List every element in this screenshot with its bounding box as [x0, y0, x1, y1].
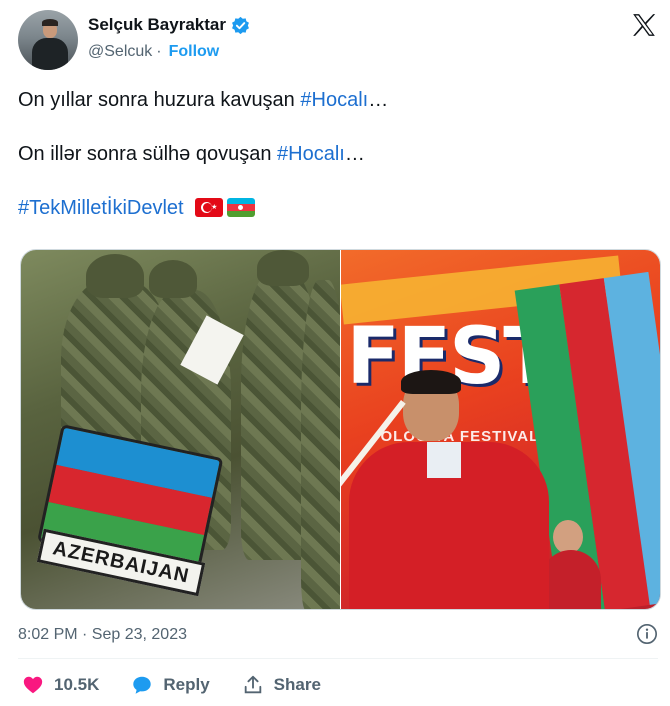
- tweet-line-1-suffix: …: [368, 89, 389, 111]
- author-handle[interactable]: @Selcuk: [88, 43, 152, 61]
- flag-turkey-icon: ★: [195, 198, 224, 217]
- handle-separator: ·: [156, 43, 162, 60]
- reply-icon: [133, 676, 152, 694]
- tweet-timestamp[interactable]: 8:02 PM · Sep 23, 2023: [18, 626, 187, 644]
- verified-badge-icon: [232, 16, 249, 34]
- author-name[interactable]: Selçuk Bayraktar: [88, 15, 226, 35]
- like-button[interactable]: 10.5K: [22, 674, 99, 696]
- like-count: 10.5K: [54, 675, 100, 694]
- follow-button[interactable]: Follow: [169, 43, 220, 61]
- tweet-line-2-suffix: …: [344, 143, 365, 165]
- divider: [18, 658, 658, 659]
- tweet-line-2: On illər sonra sülhə qovuşan #Hocalı…: [18, 140, 648, 168]
- flag-azerbaijan-icon: [227, 198, 256, 217]
- media-photo-soldiers[interactable]: AZERBAIJAN: [21, 250, 340, 609]
- x-logo-icon[interactable]: [630, 12, 658, 38]
- tweet-line-3: #TekMilletİkiDevlet ★: [18, 194, 648, 222]
- tweet-line-2-text: On illər sonra sülhə qovuşan: [18, 143, 278, 165]
- hashtag-tekmilletikidevlet[interactable]: #TekMilletİkiDevlet: [18, 197, 184, 219]
- reply-label: Reply: [163, 675, 210, 694]
- author-name-row: Selçuk Bayraktar: [88, 15, 250, 35]
- info-icon[interactable]: [636, 623, 658, 645]
- tweet-line-1: On yıllar sonra huzura kavuşan #Hocalı…: [18, 86, 648, 114]
- reply-button[interactable]: Reply: [131, 674, 210, 696]
- heart-icon: [23, 676, 43, 694]
- avatar[interactable]: [18, 10, 78, 70]
- author-handle-row: @Selcuk · Follow: [88, 43, 219, 61]
- tweet-text: On yıllar sonra huzura kavuşan #Hocalı… …: [18, 86, 648, 248]
- tweet-media[interactable]: AZERBAIJAN FEST OLOGIYA FESTIVALI: [20, 249, 661, 610]
- media-photo-flag-bearer[interactable]: FEST OLOGIYA FESTIVALI: [340, 250, 660, 609]
- hashtag-hocali-2[interactable]: #Hocalı: [277, 143, 345, 165]
- share-button[interactable]: Share: [242, 674, 321, 696]
- hashtag-hocali-1[interactable]: #Hocalı: [300, 89, 368, 111]
- share-icon: [244, 675, 261, 694]
- tweet-actions: 10.5K Reply Share: [22, 672, 353, 698]
- share-label: Share: [273, 675, 321, 694]
- tweet-line-1-text: On yıllar sonra huzura kavuşan: [18, 89, 301, 111]
- tweet-header: Selçuk Bayraktar @Selcuk · Follow: [18, 10, 658, 70]
